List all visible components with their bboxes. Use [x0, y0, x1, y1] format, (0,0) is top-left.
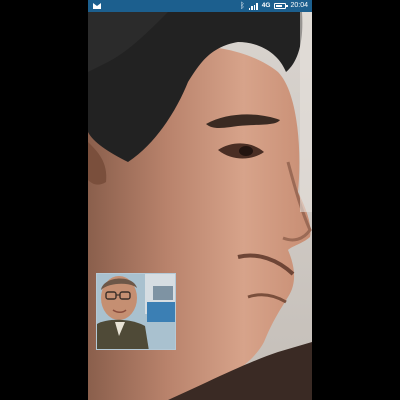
self-camera-preview[interactable]	[96, 273, 176, 350]
status-bar-left	[93, 0, 101, 12]
battery-level-fill	[276, 5, 283, 7]
battery-icon	[274, 3, 289, 9]
mail-icon	[93, 3, 101, 9]
signal-icon	[248, 2, 258, 10]
clock: 20:04	[290, 2, 308, 9]
status-bar-right: ᛒ 4G 20:04	[240, 0, 308, 12]
video-call-screen: ᛒ 4G 20:04	[88, 0, 312, 400]
screen: ᛒ 4G 20:04	[0, 0, 400, 400]
status-bar: ᛒ 4G 20:04	[88, 0, 312, 12]
self-preview-image	[97, 274, 175, 349]
bluetooth-icon: ᛒ	[239, 1, 245, 10]
network-type-label: 4G	[261, 2, 271, 9]
